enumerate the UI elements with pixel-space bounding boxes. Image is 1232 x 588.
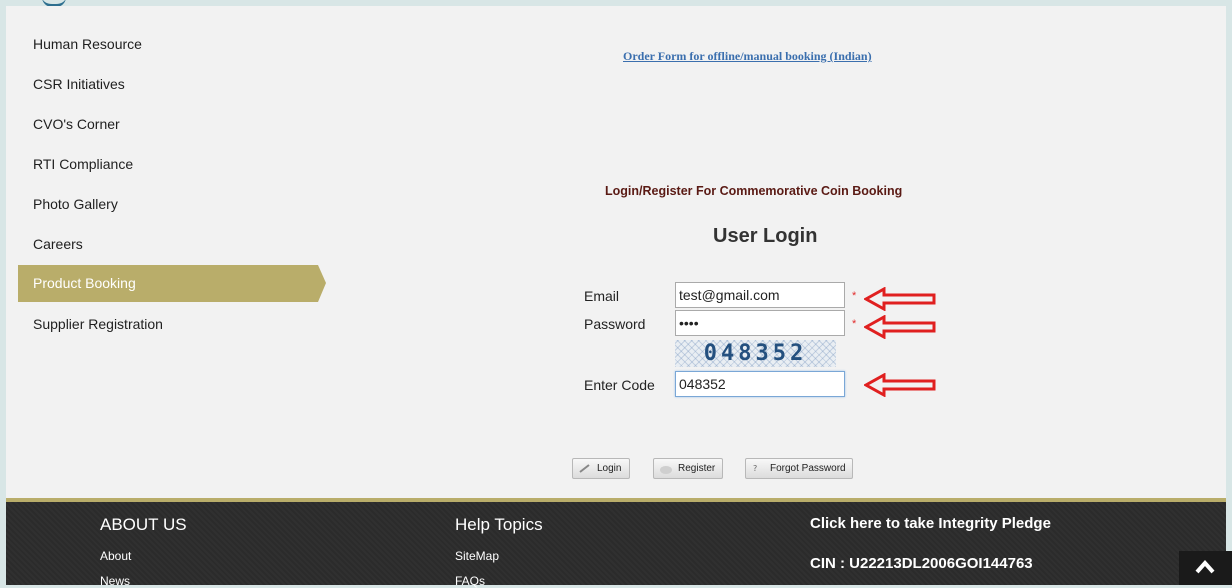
forgot-password-button-label: Forgot Password bbox=[770, 463, 846, 474]
user-icon bbox=[660, 466, 672, 474]
password-label: Password bbox=[584, 316, 646, 332]
password-required-mark: * bbox=[852, 318, 857, 330]
chevron-up-icon bbox=[1195, 560, 1215, 574]
sidebar-item-cvos-corner[interactable]: CVO's Corner bbox=[18, 104, 318, 144]
key-icon bbox=[579, 464, 590, 473]
annotation-arrow-password bbox=[864, 315, 936, 339]
footer-link-news[interactable]: News bbox=[100, 574, 130, 588]
password-field[interactable] bbox=[675, 310, 845, 336]
footer-link-sitemap[interactable]: SiteMap bbox=[455, 549, 499, 563]
user-login-heading: User Login bbox=[713, 225, 818, 247]
annotation-arrow-code bbox=[864, 373, 936, 397]
order-form-link[interactable]: Order Form for offline/manual booking (I… bbox=[623, 49, 872, 64]
sidebar-item-csr-initiatives[interactable]: CSR Initiatives bbox=[18, 64, 318, 104]
integrity-pledge-link[interactable]: Click here to take Integrity Pledge bbox=[810, 515, 1051, 532]
email-required-mark: * bbox=[852, 290, 857, 302]
login-register-title: Login/Register For Commemorative Coin Bo… bbox=[605, 184, 903, 198]
enter-code-label: Enter Code bbox=[584, 377, 655, 393]
register-button[interactable]: Register bbox=[653, 458, 723, 479]
sidebar: Human Resource CSR Initiatives CVO's Cor… bbox=[18, 24, 326, 344]
footer-link-about[interactable]: About bbox=[100, 549, 131, 563]
annotation-arrow-email bbox=[864, 287, 936, 311]
footer-link-faqs[interactable]: FAQs bbox=[455, 574, 485, 588]
sidebar-item-rti-compliance[interactable]: RTI Compliance bbox=[18, 144, 318, 184]
email-field[interactable] bbox=[675, 282, 845, 308]
login-button[interactable]: Login bbox=[572, 458, 630, 479]
email-label: Email bbox=[584, 288, 620, 304]
help-icon: ? bbox=[753, 464, 757, 473]
cin-number: CIN : U22213DL2006GOI144763 bbox=[810, 555, 1033, 572]
captcha-code-field[interactable] bbox=[675, 371, 845, 397]
footer-about-heading: ABOUT US bbox=[100, 515, 187, 534]
page-content: Human Resource CSR Initiatives CVO's Cor… bbox=[6, 6, 1226, 498]
login-button-label: Login bbox=[597, 463, 622, 474]
sidebar-item-human-resource[interactable]: Human Resource bbox=[18, 24, 318, 64]
sidebar-item-photo-gallery[interactable]: Photo Gallery bbox=[18, 184, 318, 224]
sidebar-item-careers[interactable]: Careers bbox=[18, 224, 318, 264]
captcha-image: 048352 bbox=[675, 340, 836, 367]
forgot-password-button[interactable]: ? Forgot Password bbox=[745, 458, 853, 479]
svg-text:?: ? bbox=[753, 464, 757, 473]
footer: ABOUT US About News Help Topics SiteMap … bbox=[6, 502, 1226, 588]
scroll-to-top-button[interactable] bbox=[1179, 551, 1232, 585]
sidebar-item-product-booking[interactable]: Product Booking bbox=[18, 265, 326, 302]
sidebar-item-supplier-registration[interactable]: Supplier Registration bbox=[18, 304, 318, 344]
footer-help-heading: Help Topics bbox=[455, 515, 543, 534]
register-button-label: Register bbox=[678, 463, 716, 474]
